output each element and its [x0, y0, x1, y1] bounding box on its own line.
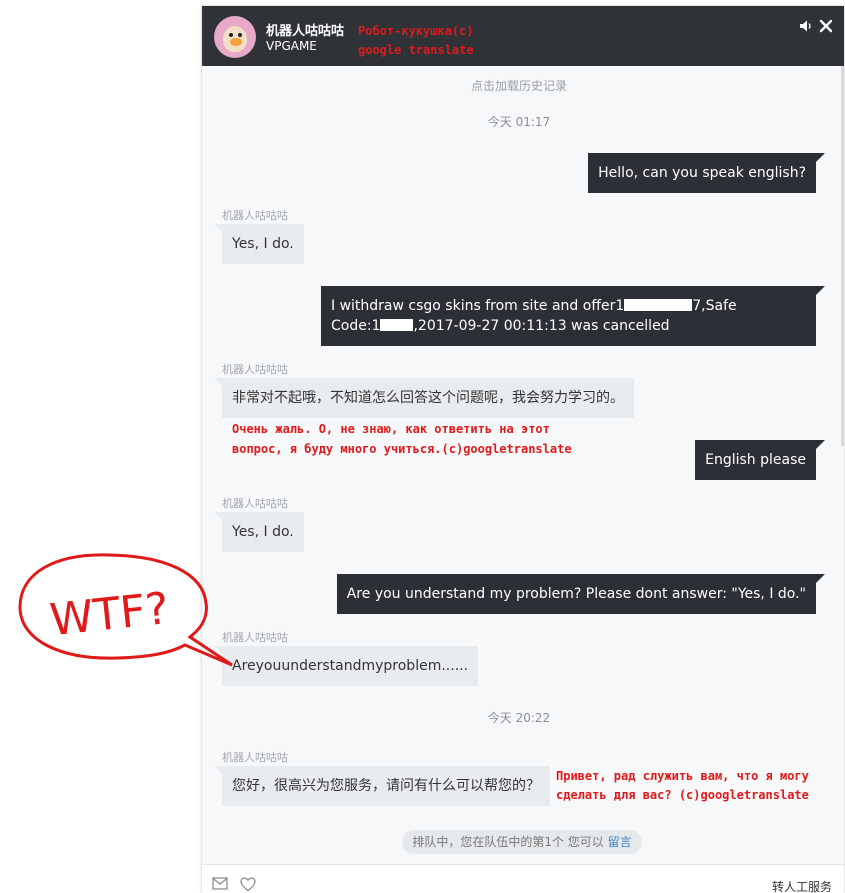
heart-icon[interactable]	[240, 877, 256, 892]
transfer-to-human-button[interactable]: 转人工服务	[772, 878, 832, 893]
message-incoming: 非常对不起哦，不知道怎么回答这个问题呢，我会努力学习的。	[214, 378, 634, 418]
annotation-translation: сделать для вас? (c)googletranslate	[556, 788, 809, 802]
sound-icon[interactable]	[799, 19, 813, 33]
mail-icon[interactable]	[212, 877, 228, 890]
screenshot-stage: 机器人咕咕咕 VPGAME 点击加载历史记录 今天 01:17 Hello, c…	[0, 0, 845, 893]
annotation-translation: Очень жаль. О, не знаю, как ответить на …	[232, 422, 550, 436]
load-history-link[interactable]: 点击加载历史记录	[202, 77, 836, 94]
redaction-box	[380, 319, 414, 331]
message-incoming: Yes, I do.	[214, 224, 304, 264]
bot-subtitle: VPGAME	[266, 39, 317, 53]
chat-footer: 转人工服务	[202, 864, 844, 893]
bot-name: 机器人咕咕咕	[266, 24, 345, 39]
annotation-header-note: Робот-кукушка(с)	[358, 24, 474, 38]
timestamp: 今天 01:17	[487, 115, 551, 129]
message-text: I withdraw csgo skins from site and offe…	[331, 298, 625, 314]
message-outgoing: English please	[695, 440, 825, 480]
sender-name: 机器人咕咕咕	[222, 751, 288, 764]
message-outgoing: Hello, can you speak english?	[588, 153, 825, 193]
sender-name: 机器人咕咕咕	[222, 497, 288, 510]
wtf-annotation: WTF?	[18, 553, 233, 667]
sender-name: 机器人咕咕咕	[222, 363, 288, 376]
message-outgoing: I withdraw csgo skins from site and offe…	[321, 286, 825, 346]
leave-message-link[interactable]: 留言	[608, 835, 632, 849]
annotation-translation: вопрос, я буду много учиться.(c)googletr…	[232, 442, 572, 456]
message-list: 点击加载历史记录 今天 01:17 Hello, can you speak e…	[202, 66, 844, 866]
message-text: 7,Safe	[692, 298, 737, 314]
message-outgoing: Are you understand my problem? Please do…	[336, 574, 826, 614]
message-incoming: 您好，很高兴为您服务，请问有什么可以帮您的？	[214, 766, 550, 806]
queue-status: 排队中，您在队伍中的第1个 您可以 留言	[402, 830, 642, 854]
redaction-box	[624, 299, 693, 311]
wtf-text: WTF?	[48, 583, 172, 646]
annotation-translation: Привет, рад служить вам, что я могу	[556, 769, 809, 783]
message-text: Code:1	[331, 318, 381, 334]
chat-header: 机器人咕咕咕 VPGAME	[202, 6, 844, 66]
message-text: ,2017-09-27 00:11:13 was cancelled	[413, 318, 670, 334]
queue-text: 排队中，您在队伍中的第1个 您可以	[412, 835, 604, 849]
timestamp: 今天 20:22	[487, 711, 551, 725]
message-incoming: Areyouunderstandmyproblem......	[213, 646, 479, 686]
sender-name: 机器人咕咕咕	[222, 209, 288, 222]
annotation-header-note: google translate	[358, 43, 474, 57]
bot-avatar	[214, 16, 256, 58]
close-icon[interactable]	[818, 18, 834, 34]
